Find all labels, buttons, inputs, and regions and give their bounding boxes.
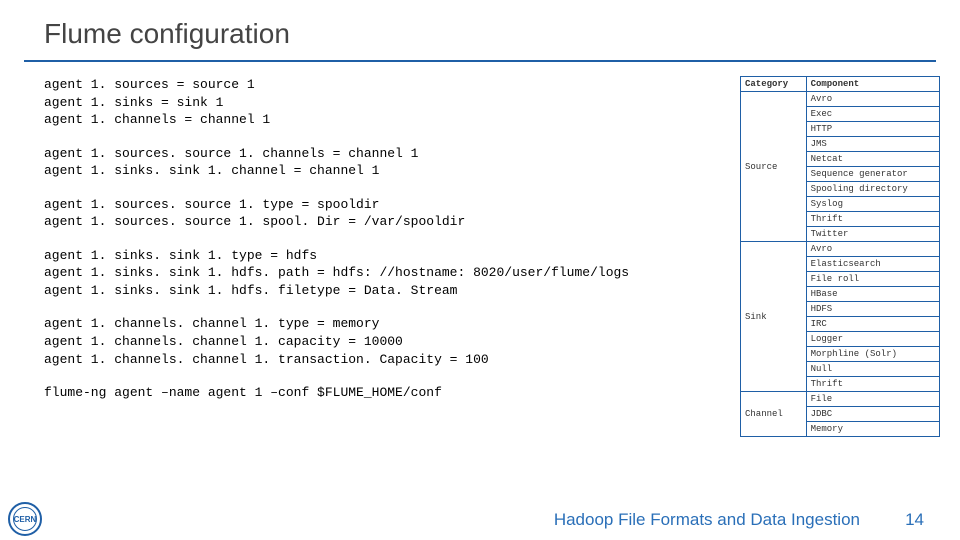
component-cell: Avro xyxy=(806,242,939,257)
footer: CERN Hadoop File Formats and Data Ingest… xyxy=(0,498,960,540)
component-cell: Sequence generator xyxy=(806,167,939,182)
code-block: agent 1. channels. channel 1. type = mem… xyxy=(44,315,722,368)
category-cell: Channel xyxy=(741,392,807,437)
component-cell: Memory xyxy=(806,422,939,437)
component-cell: IRC xyxy=(806,317,939,332)
page-number: 14 xyxy=(905,510,924,530)
code-block: agent 1. sources. source 1. type = spool… xyxy=(44,196,722,231)
title-area: Flume configuration xyxy=(0,0,960,54)
logo-icon: CERN xyxy=(8,502,42,536)
component-cell: File xyxy=(806,392,939,407)
component-cell: JDBC xyxy=(806,407,939,422)
slide: Flume configuration agent 1. sources = s… xyxy=(0,0,960,540)
component-cell: Twitter xyxy=(806,227,939,242)
table-column: Category Component SourceAvroExecHTTPJMS… xyxy=(740,76,940,437)
component-cell: HDFS xyxy=(806,302,939,317)
component-cell: HTTP xyxy=(806,122,939,137)
component-cell: Morphline (Solr) xyxy=(806,347,939,362)
component-table: Category Component SourceAvroExecHTTPJMS… xyxy=(740,76,940,437)
code-block: flume-ng agent –name agent 1 –conf $FLUM… xyxy=(44,384,722,402)
component-cell: Avro xyxy=(806,92,939,107)
table-row: ChannelFile xyxy=(741,392,940,407)
table-row: SinkAvro xyxy=(741,242,940,257)
page-title: Flume configuration xyxy=(44,18,960,50)
component-cell: File roll xyxy=(806,272,939,287)
component-cell: Thrift xyxy=(806,212,939,227)
code-block: agent 1. sinks. sink 1. type = hdfs agen… xyxy=(44,247,722,300)
component-cell: Syslog xyxy=(806,197,939,212)
component-cell: Exec xyxy=(806,107,939,122)
code-block: agent 1. sources = source 1 agent 1. sin… xyxy=(44,76,722,129)
component-cell: Elasticsearch xyxy=(806,257,939,272)
component-cell: Thrift xyxy=(806,377,939,392)
component-cell: Netcat xyxy=(806,152,939,167)
component-cell: HBase xyxy=(806,287,939,302)
component-cell: JMS xyxy=(806,137,939,152)
code-column: agent 1. sources = source 1 agent 1. sin… xyxy=(44,76,722,437)
th-category: Category xyxy=(741,77,807,92)
component-cell: Logger xyxy=(806,332,939,347)
code-block: agent 1. sources. source 1. channels = c… xyxy=(44,145,722,180)
category-cell: Source xyxy=(741,92,807,242)
footer-title: Hadoop File Formats and Data Ingestion xyxy=(554,510,860,530)
component-cell: Spooling directory xyxy=(806,182,939,197)
body-area: agent 1. sources = source 1 agent 1. sin… xyxy=(0,62,960,437)
component-cell: Null xyxy=(806,362,939,377)
th-component: Component xyxy=(806,77,939,92)
table-row: SourceAvro xyxy=(741,92,940,107)
category-cell: Sink xyxy=(741,242,807,392)
logo-text: CERN xyxy=(14,515,37,524)
